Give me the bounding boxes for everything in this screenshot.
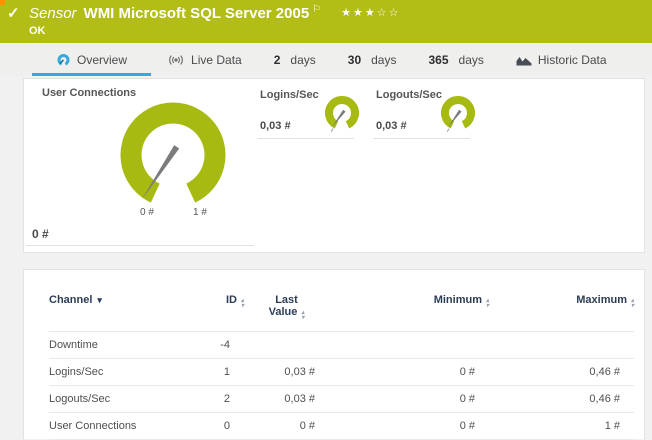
status-badge: OK (29, 25, 46, 37)
channel-name-cell[interactable]: Downtime (49, 332, 199, 359)
last-value-cell: 0 # (244, 413, 329, 440)
tab-2-days-unit: days (290, 53, 315, 67)
logouts-gauge-label: Logouts/Sec (376, 89, 442, 101)
gauge-needle (142, 145, 180, 200)
id-cell: 2 (199, 386, 244, 413)
sort-icon[interactable]: ▴▾ (241, 299, 244, 309)
sensor-header: ✓ Sensor WMI Microsoft SQL Server 2005⚐ ★★… (0, 0, 652, 43)
last-value-cell (244, 332, 329, 359)
maximum-cell (489, 332, 634, 359)
channel-table-panel: Channel▾ ID▴▾ LastValue▴▾ Minimum▴▾ Maxi… (23, 269, 645, 439)
logins-value: 0,03 # (260, 120, 291, 132)
channel-table: Channel▾ ID▴▾ LastValue▴▾ Minimum▴▾ Maxi… (49, 292, 634, 440)
priority-corner-marker (0, 0, 5, 5)
gauge-scale-min: 0 # (140, 207, 154, 218)
id-cell: 1 (199, 359, 244, 386)
status-ok-check-icon: ✓ (7, 4, 20, 22)
tab-2-days-number: 2 (274, 53, 281, 67)
sensor-title-line: Sensor WMI Microsoft SQL Server 2005⚐ ★★★☆… (29, 4, 400, 22)
gauges-panel: User Connections 0 # 1 # 0 # Logins/Sec … (23, 78, 645, 253)
logouts-gauge (436, 92, 480, 136)
logins-gauge (320, 92, 364, 136)
channel-sort-dropdown-icon[interactable]: ▾ (97, 295, 102, 305)
sort-icon[interactable]: ▴▾ (301, 311, 304, 321)
channel-name-cell[interactable]: User Connections (49, 413, 199, 440)
maximum-cell: 1 # (489, 413, 634, 440)
gauge-icon (56, 52, 71, 67)
column-header-channel[interactable]: Channel ▾ (49, 292, 199, 332)
column-header-minimum-label: Minimum (434, 294, 482, 306)
last-value-cell: 0,03 # (244, 386, 329, 413)
sort-icon[interactable]: ▴▾ (486, 299, 489, 309)
column-header-maximum-label: Maximum (576, 294, 627, 306)
id-cell: 0 (199, 413, 244, 440)
live-data-icon (167, 53, 185, 67)
priority-stars[interactable]: ★★★☆☆ (341, 7, 400, 19)
column-header-id[interactable]: ID ▴▾ (199, 292, 244, 332)
last-value-cell: 0,03 # (244, 359, 329, 386)
tab-overview-label: Overview (77, 53, 127, 67)
sensor-kind-label: Sensor (29, 5, 77, 22)
table-row[interactable]: Downtime -4 (49, 332, 634, 359)
logins-gauge-label: Logins/Sec (260, 89, 319, 101)
tab-365-days-unit: days (459, 53, 484, 67)
maximum-cell: 0,46 # (489, 359, 634, 386)
table-header-row: Channel▾ ID▴▾ LastValue▴▾ Minimum▴▾ Maxi… (49, 292, 634, 332)
minimum-cell (329, 332, 489, 359)
tab-bar: Overview Live Data 2 days 30 days 365 da… (0, 43, 652, 76)
prtg-sensor-page: { "header": { "check_icon": "✓", "kind":… (0, 0, 652, 421)
tab-365-days[interactable]: 365 days (412, 43, 499, 76)
column-header-minimum[interactable]: Minimum ▴▾ (329, 292, 489, 332)
divider (26, 245, 254, 246)
table-row[interactable]: Logins/Sec 1 0,03 # 0 # 0,46 # (49, 359, 634, 386)
sort-icon[interactable]: ▴▾ (631, 299, 634, 309)
column-header-value-label: Value (269, 306, 298, 318)
page-title: WMI Microsoft SQL Server 2005 (84, 5, 310, 22)
tab-live-data[interactable]: Live Data (151, 43, 258, 76)
tab-365-days-number: 365 (428, 53, 448, 67)
column-header-last-label: Last (244, 294, 329, 306)
channel-name-cell[interactable]: Logins/Sec (49, 359, 199, 386)
tab-historic-data[interactable]: Historic Data (500, 43, 623, 76)
table-row[interactable]: Logouts/Sec 2 0,03 # 0 # 0,46 # (49, 386, 634, 413)
channel-name-cell[interactable]: Logouts/Sec (49, 386, 199, 413)
table-row[interactable]: User Connections 0 0 # 0 # 1 # (49, 413, 634, 440)
tab-overview[interactable]: Overview (32, 43, 151, 76)
column-header-channel-label: Channel (49, 294, 92, 306)
minimum-cell: 0 # (329, 359, 489, 386)
maximum-cell: 0,46 # (489, 386, 634, 413)
minimum-cell: 0 # (329, 386, 489, 413)
divider (373, 138, 470, 139)
flag-icon[interactable]: ⚐ (312, 4, 321, 15)
minimum-cell: 0 # (329, 413, 489, 440)
divider (257, 138, 354, 139)
column-header-id-label: ID (226, 294, 237, 306)
tab-historic-data-label: Historic Data (538, 53, 607, 67)
id-cell: -4 (199, 332, 244, 359)
gauge-scale-max: 1 # (193, 207, 207, 218)
tab-live-data-label: Live Data (191, 53, 242, 67)
logouts-value: 0,03 # (376, 120, 407, 132)
tab-30-days[interactable]: 30 days (332, 43, 413, 76)
user-connections-gauge: 0 # 1 # (101, 81, 246, 223)
column-header-last-value[interactable]: LastValue▴▾ (244, 292, 329, 332)
column-header-maximum[interactable]: Maximum ▴▾ (489, 292, 634, 332)
historic-chart-icon (516, 53, 532, 66)
user-connections-value: 0 # (32, 227, 49, 241)
tab-30-days-unit: days (371, 53, 396, 67)
tab-2-days[interactable]: 2 days (258, 43, 332, 76)
tab-30-days-number: 30 (348, 53, 361, 67)
